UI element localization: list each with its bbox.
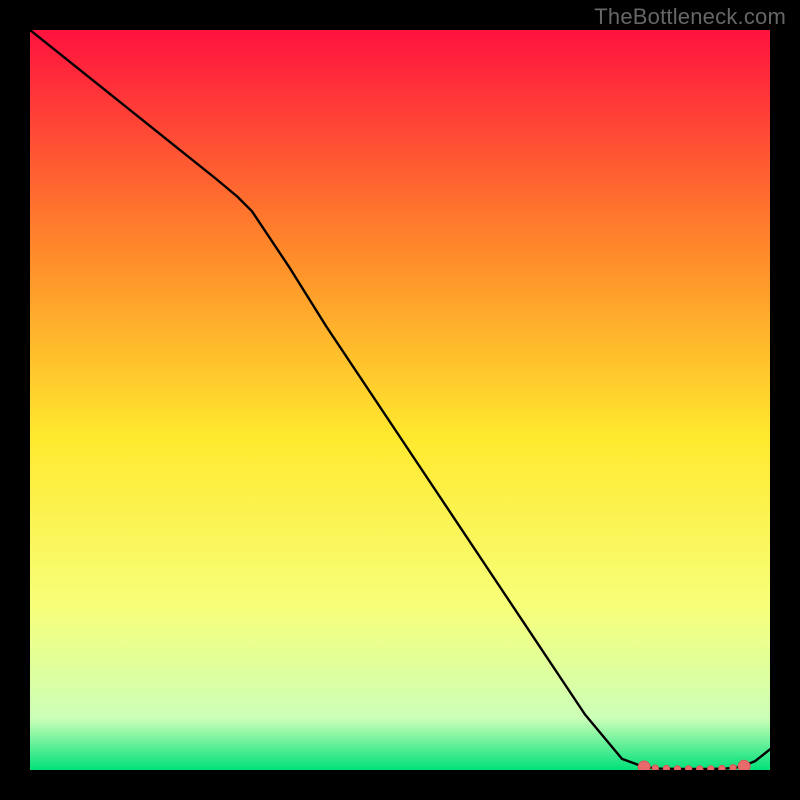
marker-point (674, 766, 680, 770)
watermark-text: TheBottleneck.com (594, 4, 786, 30)
marker-point (697, 766, 703, 770)
marker-point (730, 765, 736, 770)
marker-point (738, 760, 750, 770)
marker-point (638, 761, 650, 770)
marker-point (663, 765, 669, 770)
marker-point (652, 765, 658, 770)
chart-frame: TheBottleneck.com (0, 0, 800, 800)
plot-svg (30, 30, 770, 770)
marker-point (708, 766, 714, 770)
marker-point (719, 765, 725, 770)
marker-point (685, 766, 691, 770)
plot-area (30, 30, 770, 770)
gradient-background (30, 30, 770, 770)
